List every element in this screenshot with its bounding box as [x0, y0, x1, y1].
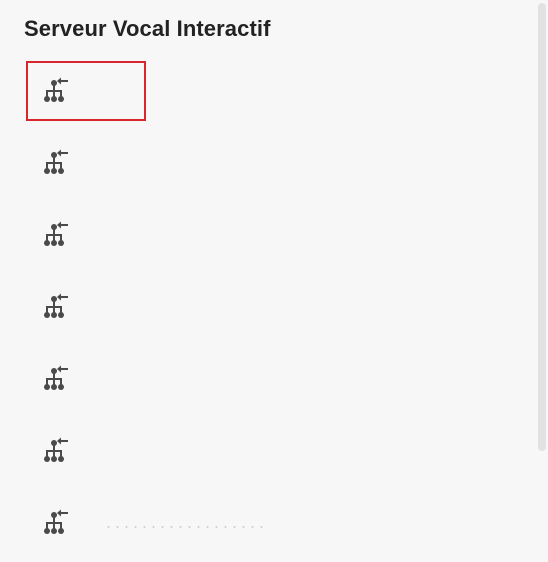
network-hierarchy-icon	[42, 147, 72, 177]
ivr-item[interactable]	[26, 205, 146, 265]
ivr-panel: Serveur Vocal Interactif	[0, 0, 548, 562]
network-hierarchy-icon	[42, 507, 72, 537]
ivr-item[interactable]	[26, 349, 146, 409]
network-hierarchy-icon	[42, 363, 72, 393]
scrollbar-thumb[interactable]	[538, 3, 546, 451]
faded-label-placeholder	[104, 523, 264, 531]
network-hierarchy-icon	[42, 291, 72, 321]
ivr-item[interactable]	[26, 277, 146, 337]
panel-title: Serveur Vocal Interactif	[24, 16, 271, 41]
network-hierarchy-icon	[42, 435, 72, 465]
vertical-scrollbar[interactable]	[536, 0, 548, 562]
network-hierarchy-icon	[42, 75, 72, 105]
ivr-item-selected[interactable]	[26, 61, 146, 121]
network-hierarchy-icon	[42, 219, 72, 249]
ivr-item[interactable]	[26, 133, 146, 193]
ivr-item[interactable]	[26, 421, 146, 481]
